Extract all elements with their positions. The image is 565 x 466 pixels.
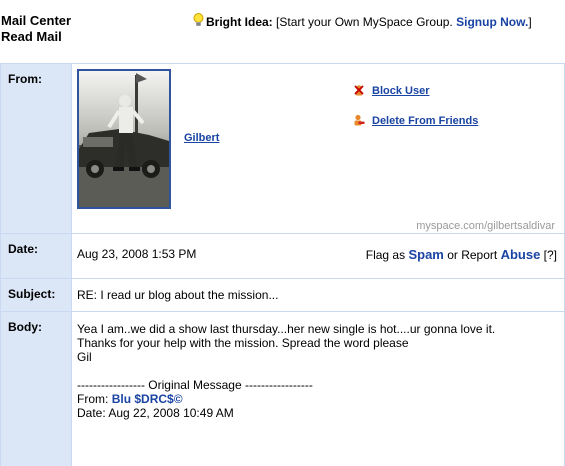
block-user-link[interactable]: Block User [353,84,429,97]
sender-photo[interactable] [77,69,171,209]
sender-photo-image [79,71,169,207]
delete-friend-icon [354,114,365,126]
body-row: Body: Yea I am..we did a show last thurs… [0,311,565,466]
block-user-label: Block User [372,85,430,97]
bright-idea-label: Bright Idea: [206,15,273,29]
subject-row: Subject: RE: I read ur blog about the mi… [0,278,565,312]
or-report-text: or Report [447,248,498,262]
page-header: Mail Center Read Mail Bright Idea: [Star… [0,13,565,47]
profile-url: myspace.com/gilbertsaldivar [416,220,555,232]
body-label: Body: [0,311,72,466]
subject-value: RE: I read ur blog about the mission... [71,278,565,312]
original-from: From: Blu $DRC$© [77,392,556,406]
bright-idea-text: [Start your Own MySpace Group. [276,15,453,29]
date-cell: Aug 23, 2008 1:53 PM Flag as Spam or Rep… [71,233,565,279]
delete-from-friends-link[interactable]: Delete From Friends [353,114,478,127]
report-abuse-link[interactable]: Abuse [501,247,541,262]
from-cell: Gilbert Block User Delete From Friends m… [71,63,565,234]
page-title: Mail Center Read Mail [1,13,71,45]
date-row: Date: Aug 23, 2008 1:53 PM Flag as Spam … [0,233,565,279]
bright-idea-close: ] [528,15,532,29]
help-link[interactable]: [?] [544,248,557,262]
body-line: Thanks for your help with the mission. S… [77,336,409,350]
delete-from-friends-label: Delete From Friends [372,115,479,127]
title-mail-center: Mail Center [1,13,72,28]
body-cell: Yea I am..we did a show last thursday...… [71,311,565,466]
original-sender-link[interactable]: Blu $DRC$© [112,392,183,406]
original-message: ----------------- Original Message -----… [77,378,556,420]
lightbulb-icon [193,13,204,26]
original-message-header: ----------------- Original Message -----… [77,378,313,392]
original-from-label: From: [77,392,109,406]
date-label: Date: [0,233,72,279]
bright-idea-banner: Bright Idea: [Start your Own MySpace Gro… [193,13,532,29]
from-label: From: [0,63,72,234]
from-row: From: Gilbert Block User Delete From Fri… [0,63,565,234]
flag-report-area: Flag as Spam or Report Abuse [?] [366,247,557,262]
original-date: Date: Aug 22, 2008 10:49 AM [77,406,234,420]
date-value: Aug 23, 2008 1:53 PM [77,247,197,261]
flag-as-text: Flag as [365,248,406,262]
body-line: Yea I am..we did a show last thursday...… [77,322,496,336]
block-user-icon [354,85,364,96]
mail-message-table: From: Gilbert Block User Delete From Fri… [0,63,565,466]
flag-spam-link[interactable]: Spam [408,247,443,262]
subject-label: Subject: [0,278,72,312]
body-line: Gil [77,350,92,364]
sender-name-link[interactable]: Gilbert [184,132,219,144]
title-read-mail: Read Mail [1,29,62,44]
signup-now-link[interactable]: Signup Now. [456,15,528,29]
